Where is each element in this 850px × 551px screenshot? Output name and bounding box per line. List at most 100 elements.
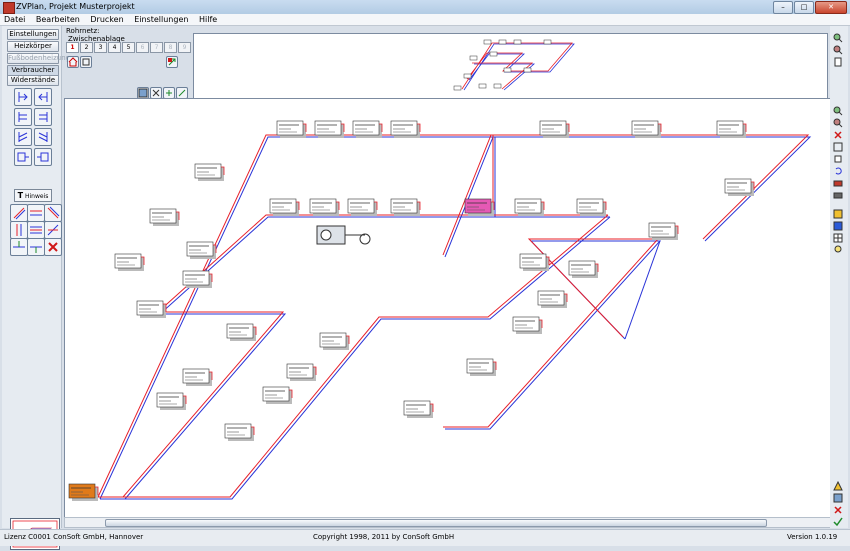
pipe-vertical-tool[interactable] bbox=[10, 221, 28, 239]
radiator-box[interactable] bbox=[182, 368, 213, 386]
radiator-box[interactable] bbox=[576, 198, 607, 216]
radiator-box[interactable] bbox=[519, 253, 550, 271]
close-button[interactable]: ✕ bbox=[815, 1, 847, 14]
radiator-box[interactable] bbox=[182, 270, 213, 288]
tab-8[interactable]: 8 bbox=[164, 42, 177, 53]
radiator-box[interactable] bbox=[724, 178, 755, 196]
overview-minimap[interactable] bbox=[193, 33, 828, 99]
radiator-box[interactable] bbox=[631, 120, 662, 138]
boiler-icon[interactable] bbox=[316, 225, 371, 245]
pipe-horizontal-tool[interactable] bbox=[27, 204, 45, 222]
calculate-icon[interactable] bbox=[833, 209, 843, 219]
radiator-box[interactable] bbox=[149, 208, 180, 226]
radiator-box[interactable] bbox=[286, 363, 317, 381]
radiator-box[interactable] bbox=[390, 120, 421, 138]
radiator-box[interactable] bbox=[403, 400, 434, 418]
pipe-split-tool[interactable] bbox=[27, 221, 45, 239]
widerstaende-button[interactable]: Widerstände bbox=[7, 75, 59, 86]
menu-bearbeiten[interactable]: Bearbeiten bbox=[32, 14, 84, 25]
menu-drucken[interactable]: Drucken bbox=[86, 14, 127, 25]
zoom-window-icon[interactable] bbox=[833, 118, 843, 128]
refresh-icon[interactable] bbox=[833, 221, 843, 231]
radiator-box[interactable] bbox=[226, 323, 257, 341]
radiator-box[interactable] bbox=[156, 392, 187, 410]
radiator-box[interactable] bbox=[512, 316, 543, 334]
radiator-box[interactable] bbox=[514, 198, 545, 216]
radiator-box[interactable] bbox=[194, 163, 225, 181]
minimize-button[interactable]: – bbox=[773, 1, 793, 14]
radiator-box[interactable] bbox=[309, 198, 340, 216]
maximize-button[interactable]: □ bbox=[794, 1, 814, 14]
radiator-box[interactable] bbox=[319, 332, 350, 350]
branch-left-tool[interactable] bbox=[14, 128, 32, 146]
radiator-box[interactable] bbox=[390, 198, 421, 216]
house-icon[interactable] bbox=[67, 56, 79, 68]
zoom-in-icon[interactable] bbox=[833, 33, 843, 43]
radiator-box[interactable] bbox=[276, 120, 307, 138]
menu-einstellungen[interactable]: Einstellungen bbox=[130, 14, 192, 25]
pipe-cross-tool[interactable] bbox=[44, 221, 62, 239]
menu-datei[interactable]: Datei bbox=[0, 14, 29, 25]
radiator-box[interactable] bbox=[537, 290, 568, 308]
copy-icon[interactable] bbox=[80, 56, 92, 68]
save-file-icon[interactable] bbox=[833, 493, 843, 503]
radiator-box[interactable] bbox=[352, 120, 383, 138]
undo-icon[interactable] bbox=[833, 166, 843, 176]
print-icon[interactable] bbox=[833, 178, 843, 188]
heizkoerper-button[interactable]: Heizkörper bbox=[7, 41, 59, 52]
tab-6[interactable]: 6 bbox=[136, 42, 149, 53]
radiator-left-tool[interactable] bbox=[14, 88, 32, 106]
consumer-right-tool[interactable] bbox=[34, 148, 52, 166]
hinweis-button[interactable]: T Hinweis bbox=[14, 189, 52, 202]
confirm-icon[interactable] bbox=[833, 517, 843, 527]
tab-9[interactable]: 9 bbox=[178, 42, 191, 53]
scrollbar-thumb[interactable] bbox=[105, 519, 767, 527]
einstellungen-button[interactable]: Einstellungen bbox=[7, 29, 59, 40]
radiator-box[interactable] bbox=[136, 300, 167, 318]
delete-object-icon[interactable] bbox=[833, 130, 843, 140]
warning-icon[interactable] bbox=[833, 480, 843, 491]
radiator-box[interactable] bbox=[568, 260, 599, 278]
menu-hilfe[interactable]: Hilfe bbox=[195, 14, 221, 25]
lightbulb-icon[interactable] bbox=[833, 245, 843, 255]
pipe-diagonal-tool[interactable] bbox=[10, 204, 28, 222]
radiator-right-tool[interactable] bbox=[34, 88, 52, 106]
tab-3[interactable]: 3 bbox=[94, 42, 107, 53]
fussbodenheizung-button[interactable]: Fußbodenheizung bbox=[7, 53, 70, 64]
radiator-box[interactable] bbox=[539, 120, 570, 138]
cancel-icon[interactable] bbox=[833, 505, 843, 515]
printer-icon[interactable] bbox=[833, 190, 843, 200]
table-icon[interactable] bbox=[833, 233, 843, 243]
copy-object-icon[interactable] bbox=[833, 154, 843, 164]
export-icon[interactable] bbox=[166, 56, 178, 68]
consumer-left-tool[interactable] bbox=[14, 148, 32, 166]
radiator-box[interactable] bbox=[186, 241, 217, 259]
delete-pipe-icon[interactable] bbox=[44, 238, 62, 256]
radiator-box[interactable] bbox=[224, 423, 255, 441]
radiator-box[interactable] bbox=[716, 120, 747, 138]
tab-2[interactable]: 2 bbox=[80, 42, 93, 53]
branch-right-tool[interactable] bbox=[34, 128, 52, 146]
radiator-box[interactable] bbox=[347, 198, 378, 216]
zoom-fit-icon[interactable] bbox=[833, 106, 843, 116]
zoom-out-icon[interactable] bbox=[833, 45, 843, 55]
tab-1[interactable]: 1 bbox=[66, 42, 79, 53]
riser-left-tool[interactable] bbox=[14, 108, 32, 126]
page-icon[interactable] bbox=[833, 57, 843, 67]
pipe-diagonal-alt-tool[interactable] bbox=[44, 204, 62, 222]
radiator-box[interactable] bbox=[114, 253, 145, 271]
riser-right-tool[interactable] bbox=[34, 108, 52, 126]
radiator-box[interactable] bbox=[464, 198, 495, 216]
radiator-box[interactable] bbox=[314, 120, 345, 138]
horizontal-scrollbar[interactable] bbox=[64, 517, 832, 528]
radiator-box[interactable] bbox=[648, 222, 679, 240]
pipe-network-canvas[interactable] bbox=[64, 98, 832, 518]
pipe-end-tool[interactable] bbox=[27, 238, 45, 256]
radiator-box[interactable] bbox=[68, 483, 99, 501]
radiator-box[interactable] bbox=[262, 386, 293, 404]
tab-7[interactable]: 7 bbox=[150, 42, 163, 53]
radiator-box[interactable] bbox=[269, 198, 300, 216]
radiator-box[interactable] bbox=[466, 358, 497, 376]
tab-4[interactable]: 4 bbox=[108, 42, 121, 53]
pipe-join-tool[interactable] bbox=[10, 238, 28, 256]
